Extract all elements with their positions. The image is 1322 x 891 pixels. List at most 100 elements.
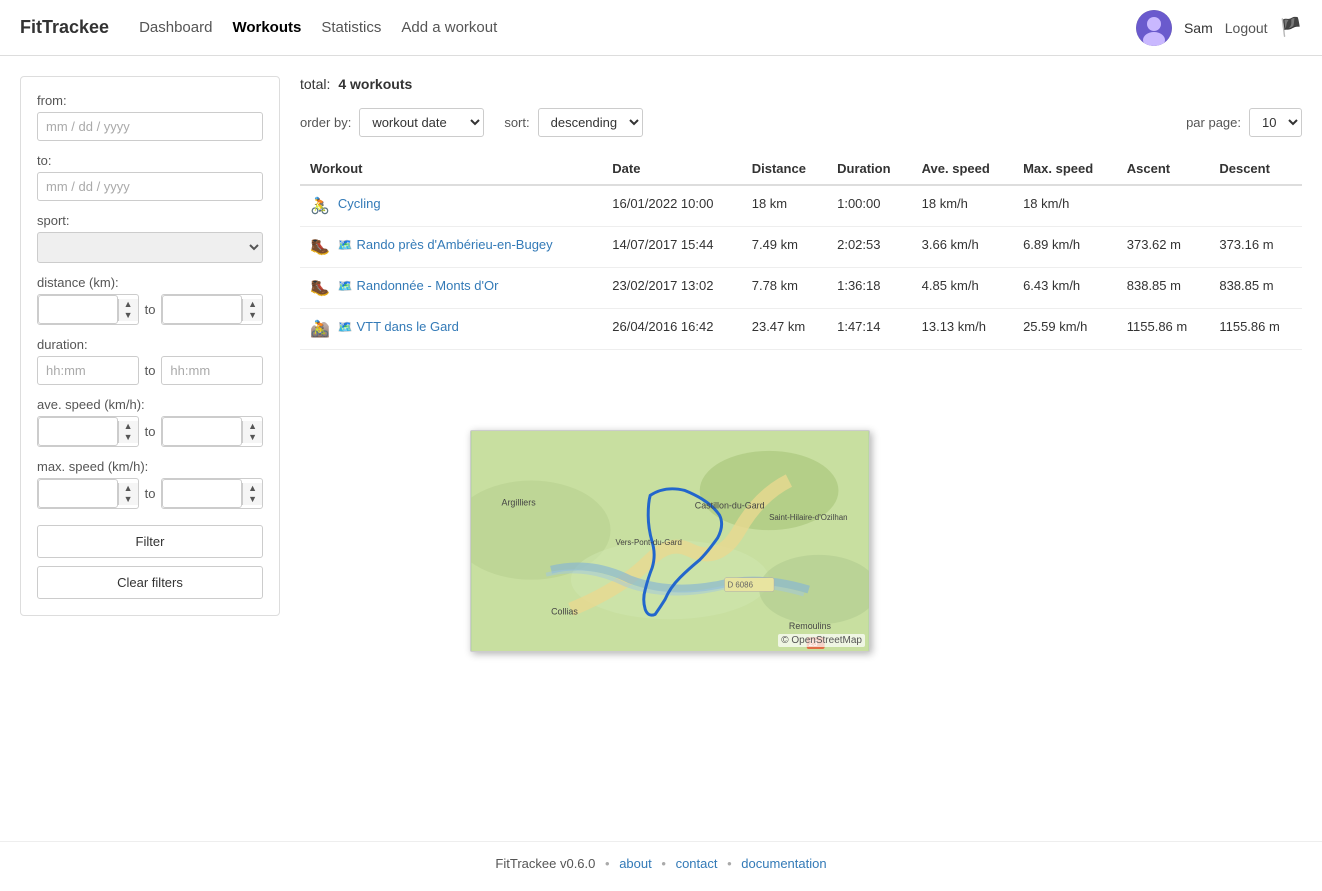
svg-text:Remoulins: Remoulins — [789, 621, 832, 631]
map-icon: 🗺️ — [338, 320, 353, 334]
hiking-icon: 🥾 — [310, 237, 330, 257]
max-speed-min-down[interactable]: ▼ — [119, 494, 138, 505]
footer-documentation[interactable]: documentation — [741, 856, 826, 871]
max-speed-min-input[interactable]: ▲ ▼ — [37, 478, 139, 509]
footer-sep3: • — [727, 856, 732, 871]
svg-text:Argilliers: Argilliers — [502, 497, 537, 507]
col-date: Date — [602, 153, 741, 185]
distance-min-field[interactable] — [38, 295, 118, 324]
duration-cell: 2:02:53 — [827, 227, 912, 268]
sort-group: sort: descending ascending — [504, 108, 642, 137]
table-row[interactable]: 🚵 🗺️ VTT dans le Gard 26/04/2016 16:4223… — [300, 309, 1302, 350]
ascent-cell: 1155.86 m — [1117, 309, 1210, 350]
max-speed-min-up[interactable]: ▲ — [119, 483, 138, 494]
workouts-table: Workout Date Distance Duration Ave. spee… — [300, 153, 1302, 350]
sidebar: from: to: sport: Cycling Hiking Mountain… — [20, 76, 280, 616]
workout-link[interactable]: Cycling — [338, 196, 381, 211]
col-descent: Descent — [1209, 153, 1302, 185]
distance-max-field[interactable] — [162, 295, 242, 324]
ave-speed-max-down[interactable]: ▼ — [243, 432, 262, 443]
sport-select[interactable]: Cycling Hiking Mountain Biking Running — [37, 232, 263, 263]
nav-statistics[interactable]: Statistics — [321, 19, 381, 36]
workout-link[interactable]: Rando près d'Ambérieu-en-Bugey — [357, 237, 553, 252]
ave-speed-cell: 13.13 km/h — [912, 309, 1013, 350]
ave-speed-to-sep: to — [145, 424, 156, 439]
nav-right: Sam Logout 🏴 — [1136, 10, 1302, 46]
avatar[interactable] — [1136, 10, 1172, 46]
nav-workouts[interactable]: Workouts — [232, 19, 301, 36]
footer-brand: FitTrackee — [495, 856, 556, 871]
ave-speed-min-down[interactable]: ▼ — [119, 432, 138, 443]
ascent-cell — [1117, 185, 1210, 227]
col-duration: Duration — [827, 153, 912, 185]
footer-about[interactable]: about — [619, 856, 652, 871]
max-speed-max-field[interactable] — [162, 479, 242, 508]
max-speed-max-down[interactable]: ▼ — [243, 494, 262, 505]
to-input[interactable] — [37, 172, 263, 201]
order-by-label: order by: — [300, 115, 351, 130]
max-speed-min-field[interactable] — [38, 479, 118, 508]
max-speed-to-sep: to — [145, 486, 156, 501]
sport-label: sport: — [37, 213, 263, 228]
distance-min-up[interactable]: ▲ — [119, 299, 138, 310]
filter-button[interactable]: Filter — [37, 525, 263, 558]
col-distance: Distance — [742, 153, 827, 185]
per-page-select[interactable]: 5 10 20 50 — [1249, 108, 1302, 137]
date-cell: 16/01/2022 10:00 — [602, 185, 741, 227]
date-cell: 23/02/2017 13:02 — [602, 268, 741, 309]
distance-max-input[interactable]: ▲ ▼ — [161, 294, 263, 325]
sort-label: sort: — [504, 115, 529, 130]
nav-extra-icon[interactable]: 🏴 — [1280, 17, 1302, 38]
clear-filters-button[interactable]: Clear filters — [37, 566, 263, 599]
descent-cell: 1155.86 m — [1209, 309, 1302, 350]
max-speed-cell: 18 km/h — [1013, 185, 1117, 227]
duration-min-input[interactable] — [37, 356, 139, 385]
ave-speed-max-up[interactable]: ▲ — [243, 421, 262, 432]
ave-speed-cell: 3.66 km/h — [912, 227, 1013, 268]
cycling-icon: 🚴 — [310, 196, 330, 216]
ave-speed-max-input[interactable]: ▲ ▼ — [161, 416, 263, 447]
ave-speed-max-field[interactable] — [162, 417, 242, 446]
nav-dashboard[interactable]: Dashboard — [139, 19, 212, 36]
workout-link[interactable]: VTT dans le Gard — [357, 319, 459, 334]
svg-text:Vers-Pont-du-Gard: Vers-Pont-du-Gard — [615, 538, 681, 547]
workout-cell: 🚴 Cycling — [300, 185, 602, 227]
col-max-speed: Max. speed — [1013, 153, 1117, 185]
ave-speed-cell: 4.85 km/h — [912, 268, 1013, 309]
table-row[interactable]: 🥾 🗺️ Randonnée - Monts d'Or 23/02/2017 1… — [300, 268, 1302, 309]
workout-cell: 🥾 🗺️ Rando près d'Ambérieu-en-Bugey — [300, 227, 602, 268]
ave-speed-min-field[interactable] — [38, 417, 118, 446]
max-speed-max-up[interactable]: ▲ — [243, 483, 262, 494]
distance-max-down[interactable]: ▼ — [243, 310, 262, 321]
footer-sep1: • — [605, 856, 610, 871]
footer-contact[interactable]: contact — [676, 856, 718, 871]
max-speed-max-input[interactable]: ▲ ▼ — [161, 478, 263, 509]
table-row[interactable]: 🚴 Cycling 16/01/2022 10:0018 km1:00:0018… — [300, 185, 1302, 227]
from-input[interactable] — [37, 112, 263, 141]
nav-add-workout[interactable]: Add a workout — [401, 19, 497, 36]
duration-max-input[interactable] — [161, 356, 263, 385]
to-label: to: — [37, 153, 263, 168]
distance-max-up[interactable]: ▲ — [243, 299, 262, 310]
distance-min-input[interactable]: ▲ ▼ — [37, 294, 139, 325]
nav-logout[interactable]: Logout — [1225, 20, 1268, 36]
workout-cell: 🥾 🗺️ Randonnée - Monts d'Or — [300, 268, 602, 309]
table-row[interactable]: 🥾 🗺️ Rando près d'Ambérieu-en-Bugey 14/0… — [300, 227, 1302, 268]
max-speed-cell: 25.59 km/h — [1013, 309, 1117, 350]
sort-select[interactable]: descending ascending — [538, 108, 643, 137]
order-by-select[interactable]: workout date distance duration average s… — [359, 108, 484, 137]
page-content: from: to: sport: Cycling Hiking Mountain… — [0, 56, 1322, 841]
svg-text:D 6086: D 6086 — [727, 581, 753, 590]
descent-cell: 373.16 m — [1209, 227, 1302, 268]
ave-speed-min-input[interactable]: ▲ ▼ — [37, 416, 139, 447]
controls-bar: order by: workout date distance duration… — [300, 108, 1302, 137]
map-popup[interactable]: Argilliers Collias Vers-Pont-du-Gard Cas… — [470, 430, 870, 652]
date-cell: 14/07/2017 15:44 — [602, 227, 741, 268]
ave-speed-min-up[interactable]: ▲ — [119, 421, 138, 432]
duration-range: to — [37, 356, 263, 385]
distance-min-down[interactable]: ▼ — [119, 310, 138, 321]
map-icon: 🗺️ — [338, 279, 353, 293]
workout-link[interactable]: Randonnée - Monts d'Or — [357, 278, 499, 293]
brand-logo[interactable]: FitTrackee — [20, 17, 109, 38]
distance-cell: 7.49 km — [742, 227, 827, 268]
